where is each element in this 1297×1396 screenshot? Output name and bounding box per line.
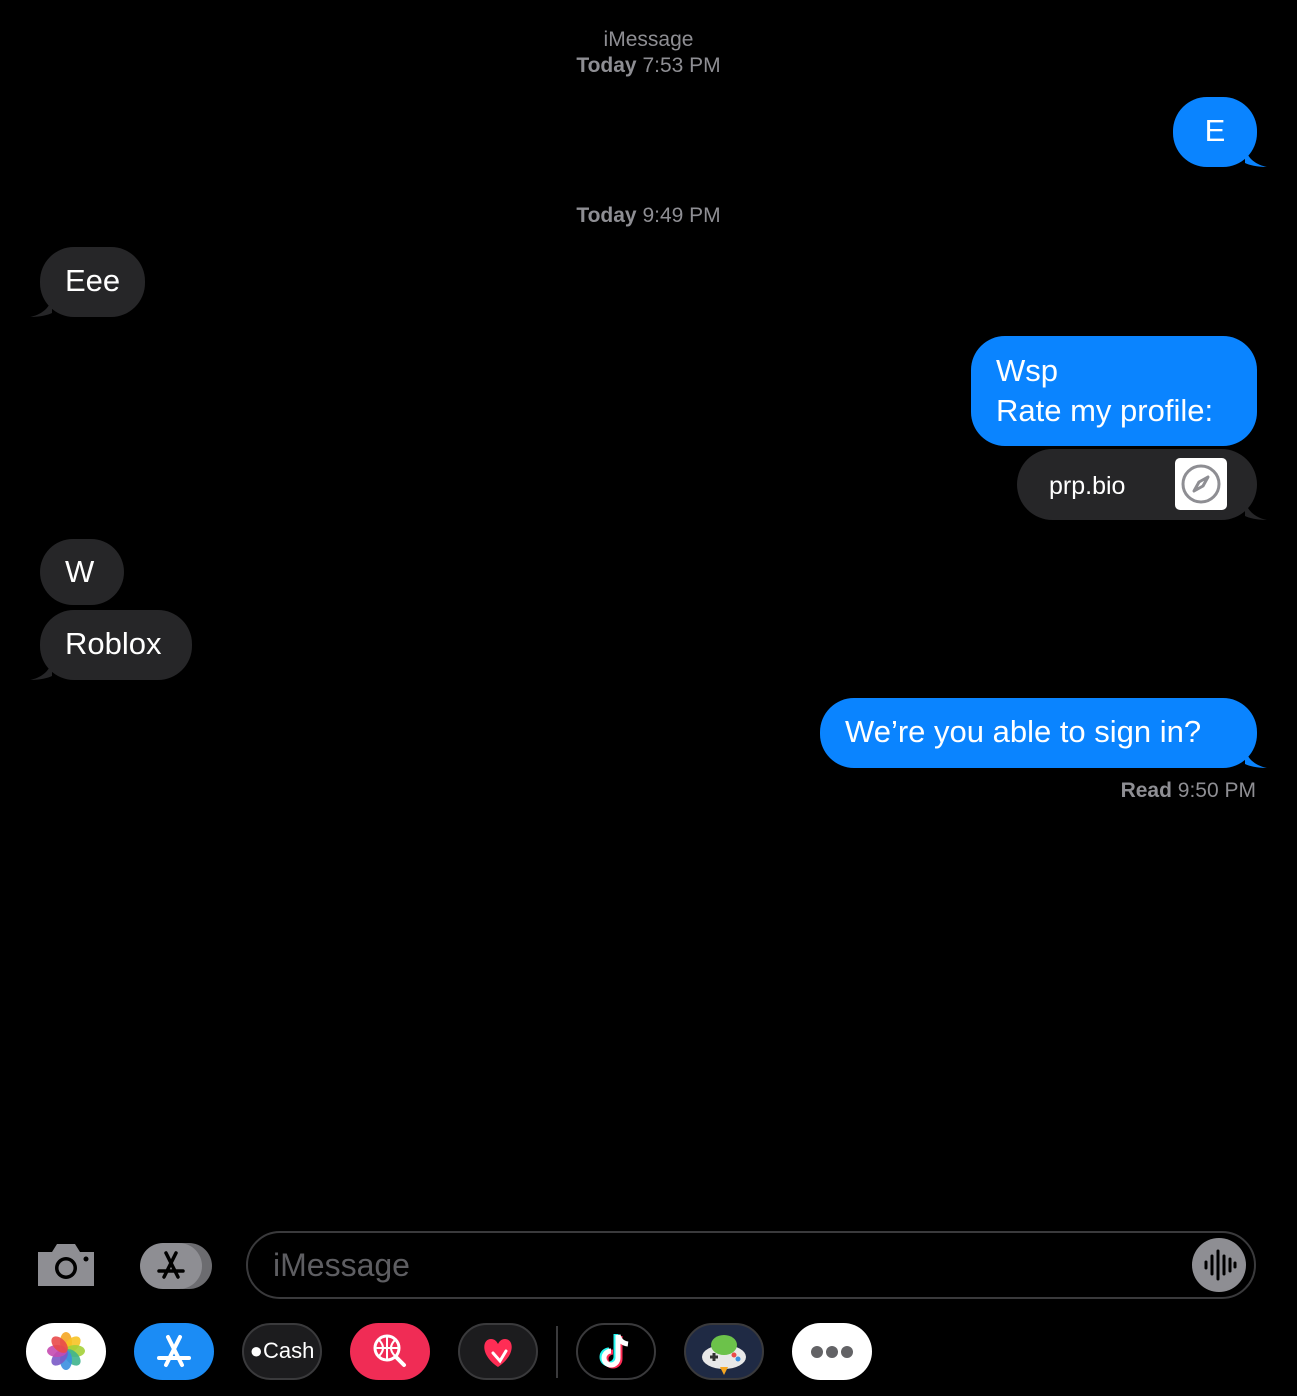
message-text-line: Rate my profile: <box>996 393 1214 428</box>
message-text: Roblox <box>65 626 162 661</box>
app-store-icon <box>157 1335 191 1367</box>
apple-cash-icon: ●Cash <box>249 1338 315 1363</box>
bubble-tail <box>1245 147 1267 167</box>
message-text: E <box>1204 113 1226 148</box>
waveform-icon <box>1204 1249 1237 1281</box>
web-search-app[interactable] <box>350 1323 430 1380</box>
conversation-start-timestamp: Today 7:53 PM <box>576 54 721 77</box>
game-pigeon-app[interactable] <box>684 1323 764 1380</box>
app-drawer-separator <box>556 1326 558 1378</box>
digital-touch-icon <box>484 1339 512 1367</box>
read-receipt: Read 9:50 PM <box>1120 779 1256 802</box>
tiktok-icon <box>599 1334 629 1369</box>
game-pigeon-icon <box>702 1335 746 1375</box>
sent-message[interactable]: We’re you able to sign in? <box>820 698 1257 768</box>
link-preview[interactable]: prp.bio <box>1017 449 1257 520</box>
bubble-tail <box>30 297 52 317</box>
web-search-icon <box>373 1334 406 1367</box>
app-store-app[interactable] <box>134 1323 214 1380</box>
received-message[interactable]: Roblox <box>40 610 192 680</box>
received-message[interactable]: W <box>40 539 124 605</box>
tiktok-app[interactable] <box>576 1323 656 1380</box>
message-text: Eee <box>65 263 121 298</box>
more-apps-button[interactable] <box>792 1323 872 1380</box>
bubble-tail <box>30 660 52 680</box>
message-text-line: Wsp <box>996 353 1058 388</box>
message-text: We’re you able to sign in? <box>845 714 1202 749</box>
camera-icon <box>38 1244 94 1286</box>
safari-icon <box>1175 458 1227 510</box>
message-input[interactable]: iMessage <box>246 1231 1256 1299</box>
service-label: iMessage <box>603 28 694 51</box>
app-store-toggle-icon <box>138 1243 212 1289</box>
sent-message[interactable]: Wsp Rate my profile: <box>971 336 1257 446</box>
app-drawer-button[interactable] <box>138 1241 214 1291</box>
apple-cash-app[interactable]: ●Cash <box>242 1323 322 1380</box>
photos-icon <box>47 1332 85 1370</box>
apple-cash-label: Cash <box>262 1338 315 1363</box>
received-message[interactable]: Eee <box>40 247 145 317</box>
audio-message-button[interactable] <box>1192 1238 1246 1292</box>
camera-button[interactable] <box>34 1240 98 1290</box>
message-input-placeholder: iMessage <box>273 1247 410 1283</box>
photos-app[interactable] <box>26 1323 106 1380</box>
conversation-divider-timestamp: Today 9:49 PM <box>576 204 721 227</box>
link-title: prp.bio <box>1049 472 1126 500</box>
message-text: W <box>65 554 95 589</box>
bubble-tail <box>1245 748 1267 768</box>
bubble-tail <box>1245 500 1267 520</box>
digital-touch-app[interactable] <box>458 1323 538 1380</box>
more-icon <box>811 1346 853 1358</box>
